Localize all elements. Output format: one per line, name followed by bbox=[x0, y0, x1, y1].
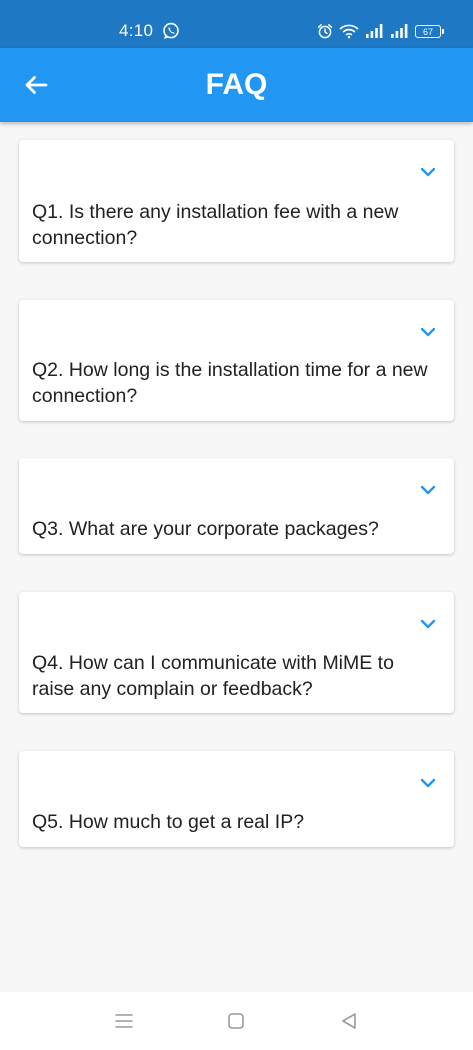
alarm-icon bbox=[317, 24, 333, 39]
signal-icon bbox=[366, 24, 383, 38]
chevron-down-icon[interactable] bbox=[419, 776, 437, 790]
faq-item[interactable]: Q5. How much to get a real IP? bbox=[19, 751, 454, 847]
status-time: 4:10 bbox=[119, 21, 154, 40]
page-title: FAQ bbox=[205, 68, 268, 101]
back-triangle-icon[interactable] bbox=[338, 1010, 360, 1032]
system-nav-bar bbox=[0, 992, 473, 1050]
status-bar: 4:10 67 bbox=[0, 0, 473, 48]
chevron-down-icon[interactable] bbox=[419, 617, 437, 631]
app-bar: FAQ bbox=[0, 48, 473, 122]
faq-item[interactable]: Q3. What are your corporate packages? bbox=[19, 458, 454, 554]
status-icons: 67 bbox=[317, 22, 444, 40]
faq-item[interactable]: Q4. How can I communicate with MiME to r… bbox=[19, 592, 454, 713]
faq-item[interactable]: Q2. How long is the installation time fo… bbox=[19, 300, 454, 421]
menu-icon[interactable] bbox=[113, 1010, 135, 1032]
faq-question: Q5. How much to get a real IP? bbox=[32, 811, 305, 833]
chevron-down-icon[interactable] bbox=[419, 483, 437, 497]
signal-icon bbox=[391, 24, 408, 38]
faq-question: Q4. How can I communicate with MiME to r… bbox=[32, 652, 394, 700]
home-square-icon[interactable] bbox=[225, 1010, 247, 1032]
faq-item[interactable]: Q1. Is there any installation fee with a… bbox=[19, 140, 454, 262]
chevron-down-icon[interactable] bbox=[419, 325, 437, 339]
chevron-down-icon[interactable] bbox=[419, 165, 437, 179]
battery-icon: 67 bbox=[415, 24, 444, 38]
faq-question: Q2. How long is the installation time fo… bbox=[32, 359, 428, 407]
faq-question: Q1. Is there any installation fee with a… bbox=[32, 201, 399, 249]
whatsapp-icon bbox=[163, 22, 179, 40]
faq-question: Q3. What are your corporate packages? bbox=[32, 518, 379, 540]
wifi-icon bbox=[339, 24, 359, 39]
